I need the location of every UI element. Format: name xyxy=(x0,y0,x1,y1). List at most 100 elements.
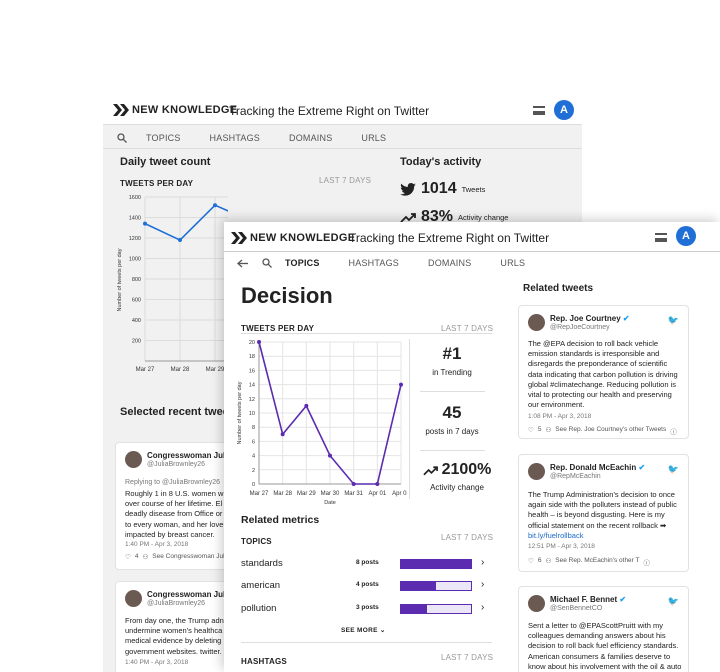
tweet-line: know about his involvement with the oil … xyxy=(528,661,682,671)
info-icon[interactable]: ⓘ xyxy=(670,426,677,436)
brand-logo[interactable]: NEW KNOWLEDGE xyxy=(113,104,237,116)
brand-logo[interactable]: NEW KNOWLEDGE xyxy=(231,232,355,244)
tab-domains[interactable]: DOMAINS xyxy=(289,133,332,143)
avatar xyxy=(528,595,545,612)
tab-topics[interactable]: TOPICS xyxy=(146,133,181,143)
tweet-line: decision to roll back fuel efficiency st… xyxy=(528,641,679,651)
topic-row[interactable]: standards 8 posts › xyxy=(241,557,489,571)
data-point xyxy=(375,482,380,486)
topic-row[interactable]: american 4 posts › xyxy=(241,579,489,593)
trending-rank-label: in Trending xyxy=(432,368,472,377)
data-point xyxy=(399,382,403,387)
chevron-right-icon[interactable]: › xyxy=(481,557,484,568)
tweets-today-label: Tweets xyxy=(461,184,486,194)
tweet-text: Sent a letter to @EPAScottPruitt with my… xyxy=(528,621,681,672)
tweet-line: undermine women's healthca xyxy=(125,626,223,636)
twitter-bird-icon xyxy=(400,182,416,196)
y-tick-label: 1600 xyxy=(129,195,141,201)
data-point xyxy=(351,482,356,486)
x-tick-label: Mar 27 xyxy=(250,491,269,497)
tab-urls[interactable]: URLS xyxy=(361,133,386,143)
menu-icon[interactable] xyxy=(655,233,667,242)
tweet-time: 12:51 PM - Apr 3, 2018 xyxy=(528,543,595,550)
tweet-link[interactable]: bit.ly/fuelrollback xyxy=(528,531,677,541)
series-line xyxy=(144,204,228,242)
tweet-card-2[interactable]: Rep. Donald McEachin ✔ @RepMcEachin 🐦 Th… xyxy=(518,454,689,572)
y-tick-label: 10 xyxy=(249,411,255,417)
related-metrics-title: Related metrics xyxy=(241,514,320,526)
tweet-line: health – is beyond disgusting. Here is m… xyxy=(528,510,665,520)
x-tick-label: Mar 31 xyxy=(344,491,363,497)
search-icon[interactable] xyxy=(262,258,272,268)
search-icon[interactable] xyxy=(117,133,127,143)
topic-name: pollution xyxy=(241,603,277,614)
x-tick-label: Mar 30 xyxy=(321,491,340,497)
tweet-line: deadly disease from Office or xyxy=(125,509,223,519)
menu-icon[interactable] xyxy=(533,106,545,115)
posts-count-stat: 45 posts in 7 days xyxy=(410,403,494,436)
verified-icon: ✔ xyxy=(638,463,646,472)
x-tick-label: Mar 29 xyxy=(206,367,225,373)
twitter-bird-icon: 🐦 xyxy=(667,596,679,606)
data-point xyxy=(280,432,285,437)
tweet-line: over course of her lifetime. El xyxy=(125,499,223,509)
y-axis-label: Number of tweets per day xyxy=(237,381,243,444)
info-icon[interactable]: ⓘ xyxy=(644,557,651,567)
trending-rank-stat: #1 in Trending xyxy=(410,344,494,377)
topic-posts: 4 posts xyxy=(356,581,379,588)
tweet-card-3[interactable]: Michael F. Bennet ✔ @SenBennetCO 🐦 Sent … xyxy=(518,586,689,672)
tab-topics[interactable]: TOPICS xyxy=(285,258,320,268)
x-tick-label: Mar 28 xyxy=(171,367,190,373)
tweet-line: vital to protecting our health and prese… xyxy=(528,390,672,400)
recent-tweets-title: Selected recent twee xyxy=(120,406,229,418)
tweet-author-handle: @SenBennetCO xyxy=(550,605,603,612)
page-title: Decision xyxy=(241,283,333,308)
topic-bar xyxy=(400,581,472,591)
brand-mark-icon xyxy=(231,232,247,244)
tab-hashtags[interactable]: HASHTAGS xyxy=(210,133,260,143)
back-arrow-icon[interactable] xyxy=(237,259,248,268)
chevron-right-icon[interactable]: › xyxy=(481,579,484,590)
back-line-chart: 1600 1400 1200 1000 800 600 400 200 Number of tw… xyxy=(117,195,228,373)
tweet-line: Sent a letter to @EPAScottPruitt with my xyxy=(528,621,664,630)
heart-icon[interactable]: ♡ xyxy=(528,557,534,567)
header-bar: NEW KNOWLEDGE Tracking the Extreme Right… xyxy=(103,95,582,125)
last-7-days-label: LAST 7 DAYS xyxy=(441,324,494,333)
y-tick-label: 14 xyxy=(249,383,255,389)
chevron-down-icon: ⌄ xyxy=(379,627,386,634)
tweet-time: 1:40 PM - Apr 3, 2018 xyxy=(125,659,189,666)
topics-label: TOPICS xyxy=(241,537,272,546)
topic-row[interactable]: pollution 3 posts › xyxy=(241,602,489,616)
topic-name: standards xyxy=(241,558,283,569)
posts-count-value: 45 xyxy=(442,403,462,422)
app-title: Tracking the Extreme Right on Twitter xyxy=(229,104,430,118)
see-other-tweets-link[interactable]: See Congresswoman Juli xyxy=(152,553,226,561)
nav-bar: TOPICS HASHTAGS DOMAINS URLS xyxy=(103,131,582,145)
tweet-line: to every woman, and her love xyxy=(125,519,224,529)
person-icon: ⚇ xyxy=(545,558,552,565)
user-avatar[interactable]: A xyxy=(554,100,574,120)
tweet-card-1[interactable]: Rep. Joe Courtney ✔ @RepJoeCourtney 🐦 Th… xyxy=(518,305,689,439)
y-tick-label: 16 xyxy=(249,368,255,374)
like-count: 6 xyxy=(537,557,542,564)
see-other-tweets-link[interactable]: See Rep. Joe Courtney's other Tweets xyxy=(555,426,666,436)
heart-icon[interactable]: ♡ xyxy=(125,553,131,561)
tab-domains[interactable]: DOMAINS xyxy=(428,258,471,268)
topic-bar-fill xyxy=(401,605,428,613)
brand-name: NEW KNOWLEDGE xyxy=(132,104,238,116)
tab-urls[interactable]: URLS xyxy=(500,258,525,268)
y-tick-label: 600 xyxy=(132,298,141,304)
see-other-tweets-link[interactable]: See Rep. McEachin's other T xyxy=(555,557,639,567)
see-more-button[interactable]: SEE MORE ⌄ xyxy=(341,626,386,634)
tweet-line: medical evidence by deleting xyxy=(125,636,222,646)
chevron-right-icon[interactable]: › xyxy=(481,602,484,613)
tweet-line: American consumers & families deserve to xyxy=(528,651,671,661)
user-avatar[interactable]: A xyxy=(676,226,696,246)
y-tick-label: 1200 xyxy=(129,236,141,242)
last-7-days-label: LAST 7 DAYS xyxy=(441,653,494,662)
y-tick-label: 1400 xyxy=(129,216,141,222)
person-icon: ⚇ xyxy=(142,554,149,561)
heart-icon[interactable]: ♡ xyxy=(528,426,534,436)
tab-hashtags[interactable]: HASHTAGS xyxy=(349,258,399,268)
tweets-today-value: 1014 xyxy=(421,180,457,197)
